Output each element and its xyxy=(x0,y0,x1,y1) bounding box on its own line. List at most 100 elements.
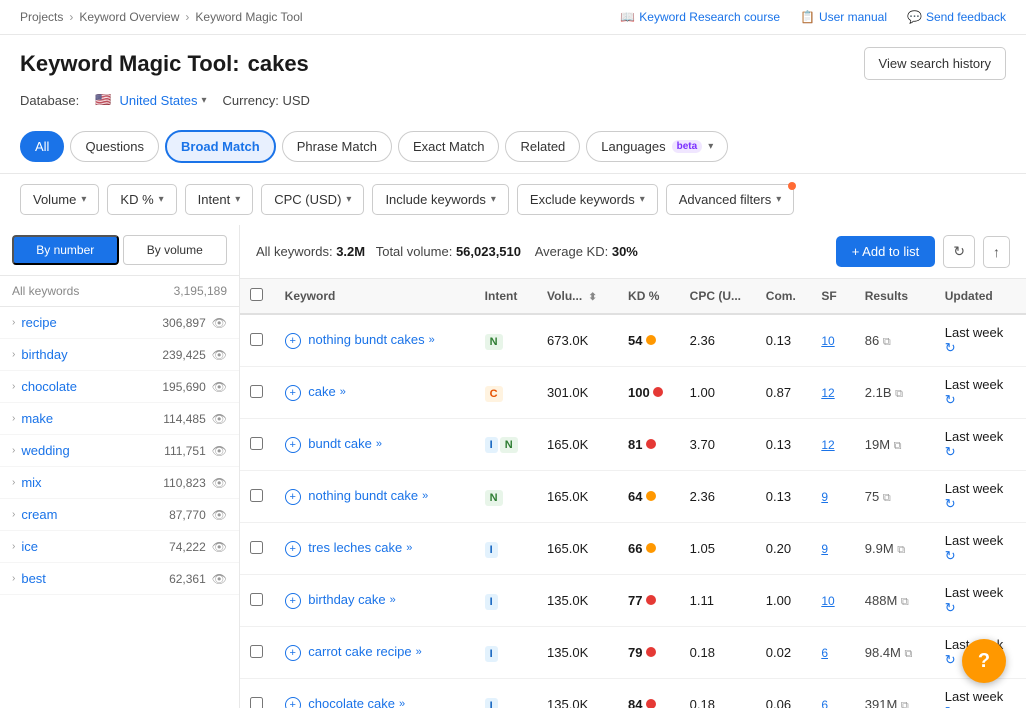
breadcrumb-keyword-overview[interactable]: Keyword Overview xyxy=(79,10,179,24)
eye-icon-chocolate[interactable]: 👁 xyxy=(212,380,227,394)
course-link[interactable]: 📖 Keyword Research course xyxy=(620,10,780,24)
cpc-filter[interactable]: CPC (USD) ▾ xyxy=(261,184,364,215)
sidebar-item-mix[interactable]: › mix 110,823 👁 xyxy=(0,467,239,499)
sf-link[interactable]: 10 xyxy=(821,594,834,608)
languages-tab[interactable]: Languages beta ▾ xyxy=(586,131,728,162)
refresh-icon[interactable]: ↻ xyxy=(945,496,956,511)
keyword-link[interactable]: bundt cake » xyxy=(308,436,382,451)
keyword-highlight: cakes xyxy=(248,51,309,77)
keyword-add-icon[interactable]: + xyxy=(285,385,301,401)
sf-link[interactable]: 12 xyxy=(821,386,834,400)
row-checkbox[interactable] xyxy=(250,697,263,708)
by-number-toggle[interactable]: By number xyxy=(12,235,119,265)
intent-filter[interactable]: Intent ▾ xyxy=(185,184,254,215)
volume-filter[interactable]: Volume ▾ xyxy=(20,184,99,215)
refresh-icon[interactable]: ↻ xyxy=(945,600,956,615)
sf-link[interactable]: 9 xyxy=(821,542,828,556)
sf-link[interactable]: 12 xyxy=(821,438,834,452)
sidebar-right: 306,897 👁 xyxy=(162,316,227,330)
sidebar-item-wedding[interactable]: › wedding 111,751 👁 xyxy=(0,435,239,467)
sort-icon: ⬍ xyxy=(589,292,597,303)
add-to-list-button[interactable]: + Add to list xyxy=(836,236,936,267)
keyword-add-icon[interactable]: + xyxy=(285,489,301,505)
tab-broad-match[interactable]: Broad Match xyxy=(165,130,276,163)
keyword-link[interactable]: nothing bundt cake » xyxy=(308,488,428,503)
breadcrumb-projects[interactable]: Projects xyxy=(20,10,63,24)
eye-icon-make[interactable]: 👁 xyxy=(212,412,227,426)
expand-arrow: › xyxy=(12,413,15,424)
eye-icon-birthday[interactable]: 👁 xyxy=(212,348,227,362)
keyword-add-icon[interactable]: + xyxy=(285,541,301,557)
eye-icon-recipe[interactable]: 👁 xyxy=(212,316,227,330)
exclude-keywords-filter[interactable]: Exclude keywords ▾ xyxy=(517,184,658,215)
sf-link[interactable]: 9 xyxy=(821,490,828,504)
sidebar-label-wedding[interactable]: wedding xyxy=(21,443,69,458)
sidebar-label-cream[interactable]: cream xyxy=(21,507,57,522)
sidebar-item-recipe[interactable]: › recipe 306,897 👁 xyxy=(0,307,239,339)
tab-phrase-match[interactable]: Phrase Match xyxy=(282,131,392,162)
sidebar-label-chocolate[interactable]: chocolate xyxy=(21,379,77,394)
row-checkbox[interactable] xyxy=(250,645,263,658)
keyword-link[interactable]: chocolate cake » xyxy=(308,696,405,708)
sidebar-label-make[interactable]: make xyxy=(21,411,53,426)
row-checkbox[interactable] xyxy=(250,593,263,606)
sidebar-label-best[interactable]: best xyxy=(21,571,46,586)
row-checkbox[interactable] xyxy=(250,541,263,554)
eye-icon-best[interactable]: 👁 xyxy=(212,572,227,586)
sidebar-label-mix[interactable]: mix xyxy=(21,475,41,490)
keyword-link[interactable]: birthday cake » xyxy=(308,592,395,607)
sidebar-label-recipe[interactable]: recipe xyxy=(21,315,56,330)
keyword-link[interactable]: cake » xyxy=(308,384,346,399)
eye-icon-mix[interactable]: 👁 xyxy=(212,476,227,490)
keyword-link[interactable]: nothing bundt cakes » xyxy=(308,332,435,347)
refresh-icon[interactable]: ↻ xyxy=(945,548,956,563)
keyword-add-icon[interactable]: + xyxy=(285,645,301,661)
sidebar-item-chocolate[interactable]: › chocolate 195,690 👁 xyxy=(0,371,239,403)
advanced-filters-button[interactable]: Advanced filters ▾ xyxy=(666,184,795,215)
sidebar-item-cream[interactable]: › cream 87,770 👁 xyxy=(0,499,239,531)
by-volume-toggle[interactable]: By volume xyxy=(123,235,228,265)
sidebar-item-best[interactable]: › best 62,361 👁 xyxy=(0,563,239,595)
tab-exact-match[interactable]: Exact Match xyxy=(398,131,500,162)
tab-questions[interactable]: Questions xyxy=(70,131,159,162)
keyword-link[interactable]: carrot cake recipe » xyxy=(308,644,421,659)
eye-icon-cream[interactable]: 👁 xyxy=(212,508,227,522)
select-all-checkbox[interactable] xyxy=(250,288,263,301)
sidebar-label-ice[interactable]: ice xyxy=(21,539,38,554)
manual-link[interactable]: 📋 User manual xyxy=(800,10,887,24)
tab-related[interactable]: Related xyxy=(505,131,580,162)
sf-link[interactable]: 10 xyxy=(821,334,834,348)
feedback-link[interactable]: 💬 Send feedback xyxy=(907,10,1006,24)
view-history-button[interactable]: View search history xyxy=(864,47,1006,80)
refresh-icon[interactable]: ↻ xyxy=(945,392,956,407)
refresh-icon[interactable]: ↻ xyxy=(945,444,956,459)
help-button[interactable]: ? xyxy=(962,639,1006,683)
row-checkbox[interactable] xyxy=(250,333,263,346)
col-header-updated: Updated xyxy=(935,279,1026,314)
refresh-icon[interactable]: ↻ xyxy=(945,704,956,708)
keyword-add-icon[interactable]: + xyxy=(285,333,301,349)
kd-filter[interactable]: KD % ▾ xyxy=(107,184,176,215)
sidebar-item-make[interactable]: › make 114,485 👁 xyxy=(0,403,239,435)
refresh-button[interactable]: ↻ xyxy=(943,235,975,268)
col-header-volume[interactable]: Volu... ⬍ xyxy=(537,279,618,314)
eye-icon-wedding[interactable]: 👁 xyxy=(212,444,227,458)
include-keywords-filter[interactable]: Include keywords ▾ xyxy=(372,184,508,215)
country-selector[interactable]: 🇺🇸 United States ▾ xyxy=(95,92,206,108)
keyword-add-icon[interactable]: + xyxy=(285,437,301,453)
row-checkbox[interactable] xyxy=(250,385,263,398)
keyword-add-icon[interactable]: + xyxy=(285,593,301,609)
row-checkbox[interactable] xyxy=(250,437,263,450)
row-checkbox[interactable] xyxy=(250,489,263,502)
tab-all[interactable]: All xyxy=(20,131,64,162)
export-button[interactable]: ↑ xyxy=(983,236,1010,268)
refresh-icon[interactable]: ↻ xyxy=(945,652,956,667)
sf-link[interactable]: 6 xyxy=(821,698,828,708)
sidebar-label-birthday[interactable]: birthday xyxy=(21,347,67,362)
eye-icon-ice[interactable]: 👁 xyxy=(212,540,227,554)
keyword-link[interactable]: tres leches cake » xyxy=(308,540,412,555)
sidebar-item-ice[interactable]: › ice 74,222 👁 xyxy=(0,531,239,563)
refresh-icon[interactable]: ↻ xyxy=(945,340,956,355)
sf-link[interactable]: 6 xyxy=(821,646,828,660)
sidebar-item-birthday[interactable]: › birthday 239,425 👁 xyxy=(0,339,239,371)
